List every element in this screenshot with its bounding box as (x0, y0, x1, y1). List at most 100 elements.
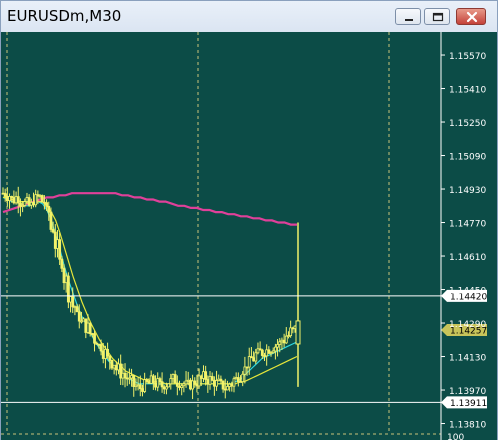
candle-body (221, 380, 225, 390)
price-chart[interactable]: 1.144201.142571.13911 1.155701.154101.15… (1, 32, 497, 443)
candle-body (86, 322, 90, 333)
candle-body (280, 339, 284, 343)
tick-label: 1.14610 (449, 253, 486, 263)
chart-area[interactable]: 1.14420 1.14257 1.13911 1.15570 1.15410 1.15… (1, 32, 497, 443)
candle-body (193, 380, 197, 385)
candle-body (156, 378, 160, 388)
candle-body (119, 363, 123, 379)
tick-label: 1.15410 (449, 86, 486, 96)
candle-body (267, 349, 271, 354)
candle-body (73, 306, 77, 309)
candle-body (289, 327, 293, 337)
window-title: EURUSDm,M30 (7, 7, 122, 25)
ma-line-medium (3, 196, 298, 385)
candle-body (75, 306, 79, 313)
minimize-icon (405, 19, 413, 21)
candle-body (258, 348, 262, 351)
candle-body (56, 239, 59, 249)
candle-body (101, 350, 105, 359)
candle-body (95, 342, 99, 345)
tick-label: 1.15570 (449, 52, 486, 62)
candle-body (12, 197, 16, 204)
candle-body (175, 382, 179, 387)
candle-body (14, 196, 18, 204)
close-button[interactable] (456, 8, 486, 25)
candle-body (260, 349, 264, 356)
candle-body (47, 205, 51, 213)
candle-body (130, 375, 133, 379)
candle-body (143, 379, 147, 392)
candle-body (173, 374, 177, 384)
candle-body (145, 379, 149, 382)
chart-grid (1, 32, 441, 435)
bottom-edge-label: 100 (447, 433, 464, 440)
candle-body (180, 385, 184, 388)
candle-body (71, 296, 75, 308)
close-icon (466, 11, 478, 23)
candle-body (197, 375, 201, 387)
minimize-button[interactable] (395, 8, 421, 25)
candle-body (165, 386, 168, 390)
candle-body (123, 372, 127, 379)
candle-body (5, 196, 9, 202)
title-bar[interactable]: EURUSDm,M30 (1, 1, 497, 32)
candle-body (204, 371, 208, 380)
candle-body (66, 275, 70, 303)
candle-body (295, 320, 301, 345)
candle-body (106, 348, 109, 357)
ma-line-fast (2, 196, 298, 385)
tick-label: 1.14930 (449, 186, 486, 196)
candle-body (212, 379, 216, 387)
candle-body (284, 335, 288, 344)
candle-body (8, 196, 11, 202)
tick-label: 1.15090 (449, 153, 486, 163)
candle-body (45, 202, 48, 207)
candle-body (82, 318, 86, 322)
restore-icon (432, 12, 444, 22)
candle-body (228, 383, 232, 387)
candle-body (254, 352, 258, 362)
candle-body (278, 341, 282, 345)
candle-body (182, 383, 186, 387)
candle-body (64, 275, 68, 284)
restore-button[interactable] (424, 8, 450, 25)
candle-body (49, 211, 53, 230)
tick-label: 1.14130 (449, 354, 486, 364)
candle-body (223, 388, 227, 391)
candle-body (19, 202, 22, 207)
candle-body (80, 320, 83, 323)
candle-body (250, 356, 253, 359)
candle-body (88, 322, 92, 334)
candle-body (149, 375, 153, 384)
candle-body (191, 380, 194, 390)
candle-body (178, 385, 181, 388)
candle-body (282, 339, 286, 344)
candle-body (53, 231, 57, 249)
candle-body (62, 267, 66, 284)
chart-window: EURUSDm,M30 1.14420 1.14257 1.13911 1.1557… (0, 0, 498, 443)
candle-body (184, 380, 188, 385)
candle-body (230, 383, 234, 387)
candle-body (291, 327, 295, 330)
candle-body (271, 350, 275, 354)
candle-body (110, 359, 114, 369)
candle-body (154, 382, 157, 388)
candle-body (10, 196, 14, 198)
candle-body (219, 378, 223, 382)
candle-body (104, 348, 107, 359)
candle-body (256, 348, 260, 354)
candle-body (40, 195, 44, 203)
candle-body (160, 381, 164, 388)
candle-body (1, 192, 5, 195)
candle-body (127, 377, 131, 380)
tick-label: 1.14770 (449, 220, 486, 230)
tick-label: 1.15250 (449, 119, 486, 129)
candle-body (202, 371, 205, 379)
candle-body (162, 386, 166, 390)
candle-body (112, 364, 116, 369)
candle-body (243, 366, 247, 375)
candle-body (134, 384, 138, 387)
price-axis: 1.15570 1.15410 1.15250 1.15090 1.14930 1.147… (440, 32, 486, 443)
candle-body (36, 194, 40, 197)
candle-body (206, 379, 210, 385)
